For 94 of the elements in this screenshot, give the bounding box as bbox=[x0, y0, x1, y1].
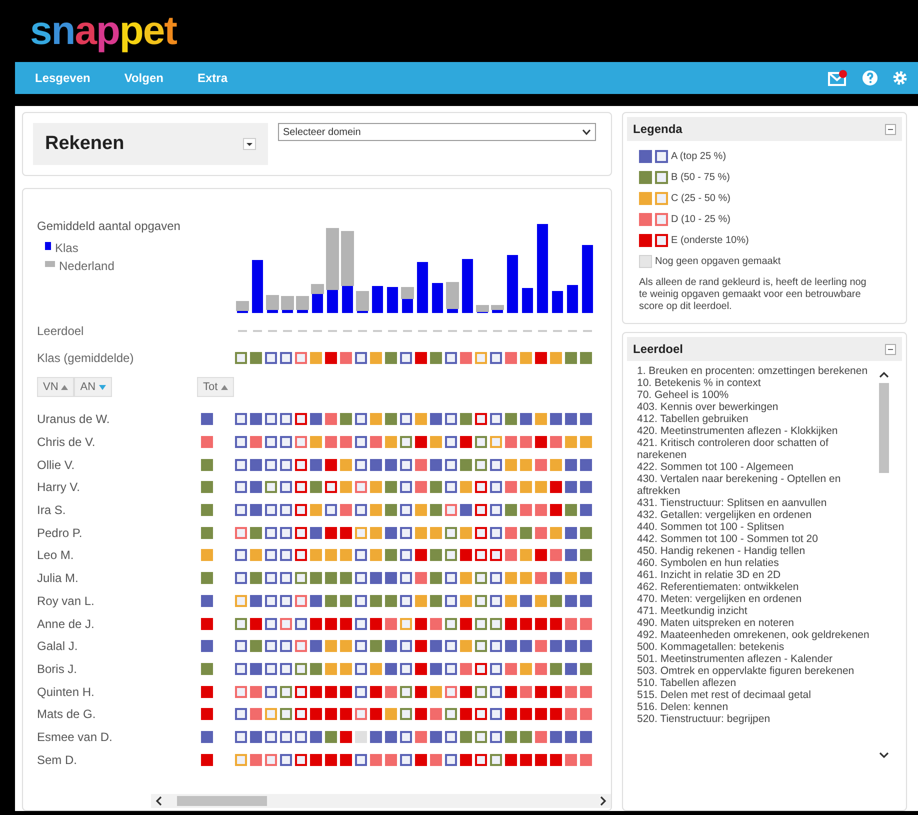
student-name[interactable]: Boris J. bbox=[23, 660, 201, 678]
logo: snappet bbox=[30, 11, 176, 51]
goal-item[interactable]: 460. Symbolen en hun relaties bbox=[637, 557, 877, 569]
mail-icon[interactable] bbox=[828, 70, 848, 86]
scroll-thumb[interactable] bbox=[879, 383, 889, 473]
chevron-icon bbox=[582, 129, 591, 135]
legend-label: B (50 - 75 %) bbox=[671, 171, 730, 185]
sort-up-icon bbox=[220, 384, 228, 390]
goal-item[interactable]: 422. Sommen tot 100 - Algemeen bbox=[637, 461, 877, 473]
goal-item[interactable]: 430. Vertalen naar berekening - Optellen en aftrekken bbox=[637, 473, 877, 497]
legend-label: Nog geen opgaven gemaakt bbox=[655, 255, 781, 269]
row-label: Leerdoel bbox=[36, 323, 85, 340]
legend-note: Als alleen de rand gekleurd is, heeft de leerling nog te weinig opgaven gemaakt voor een betrouwbare score op dit leerdoel. bbox=[639, 277, 868, 313]
student-name[interactable]: Uranus de W. bbox=[23, 410, 201, 428]
student-name[interactable]: Esmee van D. bbox=[23, 728, 201, 746]
chart-title: Gemiddeld aantal opgaven bbox=[37, 218, 182, 235]
sort-button[interactable]: VN bbox=[37, 377, 74, 397]
goal-item[interactable]: 442. Sommen tot 100 - Sommen tot 20 bbox=[637, 533, 877, 545]
bar bbox=[432, 283, 443, 313]
student-name[interactable]: Julia M. bbox=[23, 569, 201, 588]
legend-label: Klas bbox=[55, 240, 78, 257]
scroll-down-icon[interactable] bbox=[879, 751, 889, 759]
bar bbox=[387, 287, 398, 313]
goal-item[interactable]: 471. Meetkundig inzicht bbox=[637, 605, 877, 617]
goal-item[interactable]: 431. Tienstructuur: Splitsen en aanvullen bbox=[637, 497, 877, 509]
scroll-up-icon[interactable] bbox=[879, 371, 889, 379]
goal-item[interactable]: 503. Omtrek en oppervlakte figuren berekenen bbox=[637, 665, 877, 677]
bar bbox=[522, 288, 533, 313]
bar bbox=[402, 299, 413, 313]
student-name[interactable]: Ollie V. bbox=[23, 456, 201, 474]
sort-up-icon bbox=[61, 384, 68, 390]
bar bbox=[567, 285, 578, 313]
goal-item[interactable]: 432. Getallen: vergelijken en ordenen bbox=[637, 509, 877, 521]
sort-button[interactable]: AN bbox=[74, 377, 112, 397]
legend-label: A (top 25 %) bbox=[671, 150, 726, 164]
goal-item[interactable]: 470. Meten: vergelijken en ordenen bbox=[637, 593, 877, 605]
panel-title: Legenda bbox=[633, 121, 682, 138]
total-sort-button[interactable]: Tot bbox=[197, 377, 234, 397]
collapse-icon[interactable] bbox=[885, 124, 896, 134]
goal-item[interactable]: 515. Delen met rest of decimaal getal bbox=[637, 689, 877, 701]
bar bbox=[582, 245, 593, 313]
student-name[interactable]: Sem D. bbox=[23, 750, 201, 769]
bar bbox=[401, 287, 414, 299]
goal-item[interactable]: 421. Kritisch controleren door schatten of narekenen bbox=[637, 437, 877, 461]
goal-item[interactable]: 510. Tabellen aflezen bbox=[637, 677, 877, 689]
goal-item[interactable]: 440. Sommen tot 100 - Splitsen bbox=[637, 521, 877, 533]
student-name[interactable]: Anne de J. bbox=[23, 614, 201, 633]
bar bbox=[252, 260, 263, 313]
goal-item[interactable]: 520. Tienstructuur: begrijpen bbox=[637, 713, 877, 725]
scroll-right-icon[interactable] bbox=[599, 796, 607, 806]
student-name[interactable]: Leo M. bbox=[23, 546, 201, 564]
student-name[interactable]: Chris de V. bbox=[23, 433, 201, 452]
legend-label: E (onderste 10%) bbox=[671, 234, 749, 248]
domain-select[interactable]: Selecteer domein bbox=[278, 123, 596, 141]
scroll-thumb[interactable] bbox=[177, 796, 267, 806]
goal-item[interactable]: 516. Delen: kennen bbox=[637, 701, 877, 713]
panel-title: Leerdoel bbox=[633, 341, 684, 358]
bar bbox=[372, 286, 383, 313]
student-name[interactable]: Ira S. bbox=[23, 501, 201, 520]
scroll-left-icon[interactable] bbox=[155, 796, 163, 806]
legend-label: Nederland bbox=[59, 258, 114, 275]
caret-icon bbox=[243, 138, 256, 150]
legend-label: D (10 - 25 %) bbox=[671, 213, 730, 227]
goal-item[interactable]: 450. Handig rekenen - Handig tellen bbox=[637, 545, 877, 557]
bar bbox=[462, 259, 473, 313]
legend-label: C (25 - 50 %) bbox=[671, 192, 730, 206]
goal-item[interactable]: 492. Maateenheden omrekenen, ook geldrekenen bbox=[637, 629, 877, 641]
goal-item[interactable]: 1. Breuken en procenten: omzettingen berekenen bbox=[637, 365, 877, 377]
goal-item[interactable]: 403. Kennis over bewerkingen bbox=[637, 401, 877, 413]
goal-item[interactable]: 462. Referentiematen: ontwikkelen bbox=[637, 581, 877, 593]
goal-item[interactable]: 70. Geheel is 100% bbox=[637, 389, 877, 401]
sort-down-icon bbox=[98, 384, 106, 390]
student-name[interactable]: Galal J. bbox=[23, 637, 201, 656]
row-label: Klas (gemiddelde) bbox=[36, 350, 135, 367]
goal-item[interactable]: 10. Betekenis % in context bbox=[637, 377, 877, 389]
student-name[interactable]: Harry V. bbox=[23, 478, 201, 496]
bar bbox=[552, 291, 563, 313]
goal-item[interactable]: 500. Kommagetallen: betekenis bbox=[637, 641, 877, 653]
goal-item[interactable]: 501. Meetinstrumenten aflezen - Kalender bbox=[637, 653, 877, 665]
goal-item[interactable]: 420. Meetinstrumenten aflezen - Klokkijken bbox=[637, 425, 877, 437]
goal-item[interactable]: 461. Inzicht in relatie 3D en 2D bbox=[637, 569, 877, 581]
student-name[interactable]: Quinten H. bbox=[23, 682, 201, 701]
goal-item[interactable]: 490. Maten uitspreken en noteren bbox=[637, 617, 877, 629]
bar bbox=[417, 262, 428, 313]
bar bbox=[507, 255, 518, 313]
collapse-icon[interactable] bbox=[885, 344, 896, 354]
settings-icon[interactable] bbox=[892, 70, 908, 86]
horizontal-scrollbar[interactable] bbox=[151, 794, 611, 808]
student-name[interactable]: Mats de G. bbox=[23, 705, 201, 724]
help-icon[interactable] bbox=[862, 70, 878, 86]
student-name[interactable]: Roy van L. bbox=[23, 592, 201, 610]
student-name[interactable]: Pedro P. bbox=[23, 524, 201, 542]
subject-dropdown[interactable]: Rekenen bbox=[33, 123, 268, 165]
goal-item[interactable]: 412. Tabellen gebruiken bbox=[637, 413, 877, 425]
